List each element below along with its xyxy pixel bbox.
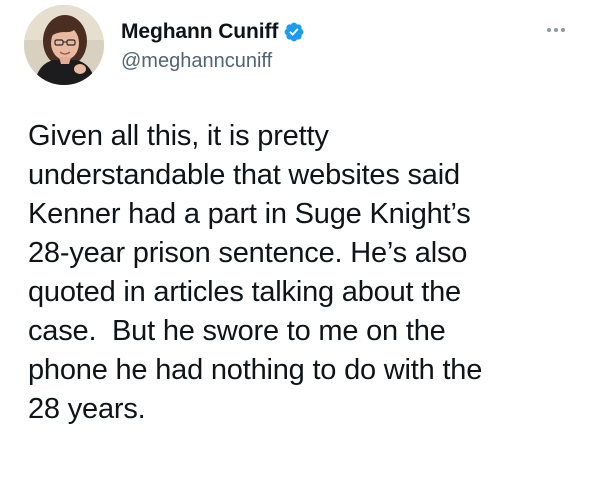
tweet-text-line: understandable that websites said: [28, 159, 460, 191]
tweet-text-line: Given all this, it is pretty: [28, 120, 329, 152]
tweet-text-line: quoted in articles talking about the: [28, 276, 461, 308]
more-dot: [554, 28, 558, 32]
tweet-card: Meghann Cuniff @meghanncuniff Given all …: [0, 0, 595, 479]
tweet-text-line: case. But he swore to me on the: [28, 315, 446, 347]
author-name-row: Meghann Cuniff: [121, 19, 305, 45]
more-options-icon[interactable]: [542, 23, 570, 37]
author-handle[interactable]: @meghanncuniff: [121, 50, 272, 73]
tweet-text: Given all this, it is pretty understanda…: [28, 117, 578, 429]
tweet-text-line: 28-year prison sentence. He’s also: [28, 237, 468, 269]
avatar[interactable]: [24, 5, 104, 85]
author-display-name[interactable]: Meghann Cuniff: [121, 20, 278, 44]
tweet-text-line: phone he had nothing to do with the: [28, 354, 483, 386]
verified-badge-icon: [283, 21, 305, 43]
more-dot: [561, 28, 565, 32]
tweet-text-line: 28 years.: [28, 393, 146, 425]
tweet-text-line: Kenner had a part in Suge Knight’s: [28, 198, 471, 230]
more-dot: [547, 28, 551, 32]
profile-photo-icon: [24, 5, 104, 85]
